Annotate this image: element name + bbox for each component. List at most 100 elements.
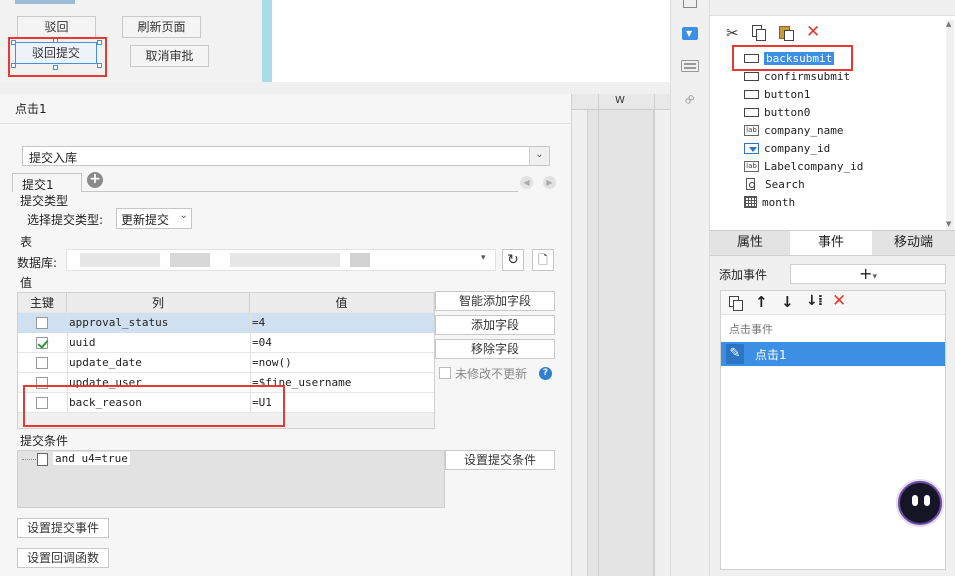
tree-item-label: button1: [764, 87, 811, 101]
layers-inner: [684, 67, 696, 69]
copy-front: [756, 29, 766, 41]
help-icon[interactable]: ?: [539, 367, 552, 380]
event-group-label: 点击事件: [729, 323, 773, 336]
date-widget-icon: [744, 196, 757, 208]
add-event-label: 添加事件: [719, 268, 768, 282]
button-widget-icon: [744, 108, 759, 117]
tab-events[interactable]: 事件: [790, 231, 872, 255]
no-update-checkbox[interactable]: [439, 367, 451, 379]
tree-item-button1[interactable]: button1: [744, 85, 810, 103]
set-callback-button[interactable]: 设置回调函数: [17, 548, 109, 568]
delete-event-icon[interactable]: ✕: [832, 291, 846, 311]
add-event-button[interactable]: +▾: [790, 264, 946, 284]
dialog-title: 点击1: [15, 102, 47, 116]
event-item-label: 点击1: [755, 348, 787, 362]
copy-event-icon[interactable]: [729, 296, 743, 311]
chevron-down-icon: ▾: [872, 272, 877, 282]
sheet-vertical-line: [654, 94, 655, 576]
scroll-right-icon[interactable]: ▶: [543, 176, 556, 189]
move-down-icon[interactable]: ↓: [781, 293, 794, 311]
primary-key-checkbox[interactable]: [36, 317, 48, 329]
tree-item-company-name[interactable]: lab company_name: [744, 121, 843, 139]
file-icon: [37, 453, 48, 466]
tab-properties[interactable]: 属性: [710, 231, 790, 255]
tree-item-month[interactable]: month: [744, 193, 795, 211]
tab-mobile[interactable]: 移动端: [872, 231, 955, 255]
copy-icon[interactable]: [752, 25, 766, 41]
tree-item-label: button0: [764, 105, 811, 119]
delete-icon[interactable]: ✕: [806, 22, 820, 42]
column-header-value: 值: [250, 293, 434, 313]
row-column-name: update_date: [69, 356, 142, 369]
database-dropdown-icon[interactable]: ▾: [481, 253, 486, 263]
dropdown-glyph: ▼: [686, 29, 693, 38]
submit-type-section: 提交类型: [20, 194, 69, 208]
canvas-cyan-bar: [262, 0, 272, 82]
canvas-top-strip: [15, 0, 75, 4]
tree-item-company-id[interactable]: company_id: [744, 139, 830, 157]
no-update-label: 未修改不更新: [455, 367, 528, 381]
tree-item-label: month: [762, 195, 796, 209]
tree-item-search[interactable]: Search: [744, 175, 805, 193]
sheet-column-narrow: [598, 94, 599, 576]
move-up-icon[interactable]: ↑: [755, 293, 768, 311]
row-column-name: approval_status: [69, 316, 169, 329]
redacted-block: [80, 253, 160, 267]
tree-item-labelcompany-id[interactable]: lab Labelcompany_id: [744, 157, 863, 175]
cut-icon[interactable]: ✂: [726, 24, 739, 42]
sheet-column-w: W: [615, 95, 625, 106]
tree-item-label: company_id: [764, 141, 831, 155]
combo-widget-icon[interactable]: ▼: [682, 27, 698, 40]
layers-icon[interactable]: [681, 60, 699, 72]
bubble-eye: [924, 495, 930, 506]
row-value: =4: [252, 316, 266, 329]
tree-item-label: Search: [765, 177, 805, 191]
refresh-icon[interactable]: ↻: [502, 249, 524, 271]
primary-key-checkbox[interactable]: [36, 357, 48, 369]
row-value: =now(): [252, 356, 292, 369]
paste-icon[interactable]: [779, 25, 794, 41]
button-widget-icon: [744, 90, 759, 99]
label-widget-icon: lab: [744, 124, 759, 136]
set-condition-button[interactable]: 设置提交条件: [445, 450, 555, 470]
cancel-approval-button[interactable]: 取消审批: [130, 45, 209, 67]
redacted-block: [170, 253, 210, 267]
frame-icon[interactable]: [683, 0, 697, 8]
value-section: 值: [20, 276, 33, 290]
tab-submit1[interactable]: 提交1: [12, 173, 82, 192]
row-value: =04: [252, 336, 272, 349]
redacted-block: [230, 253, 340, 267]
preview-icon[interactable]: 🗋: [532, 249, 554, 271]
move-bottom-icon[interactable]: ↓⁞: [806, 293, 823, 309]
combo-widget-icon: [744, 142, 759, 154]
assistant-bubble-icon[interactable]: [896, 479, 944, 527]
submit-type-select[interactable]: 更新提交 ⌄: [116, 208, 192, 229]
tab-strip-line: [82, 191, 518, 192]
tree-item-label: confirmsubmit: [764, 69, 851, 83]
tree-item-button0[interactable]: button0: [744, 103, 810, 121]
tree-scrollbar[interactable]: [946, 20, 954, 230]
condition-tree-line: [22, 459, 36, 460]
scroll-up-icon[interactable]: ▲: [946, 20, 951, 28]
label-widget-icon: lab: [744, 160, 759, 172]
tree-item-confirmsubmit[interactable]: confirmsubmit: [744, 67, 850, 85]
event-item-click1[interactable]: ✎ 点击1: [721, 342, 945, 366]
event-type-select[interactable]: 提交入库 ⌄: [22, 146, 550, 166]
table-section: 表: [20, 235, 33, 249]
smart-add-field-button[interactable]: 智能添加字段: [435, 291, 555, 311]
pencil-icon: ✎: [726, 344, 744, 364]
scroll-down-icon[interactable]: ▼: [946, 220, 951, 228]
set-submit-event-button[interactable]: 设置提交事件: [17, 518, 109, 538]
paste-sheet: [784, 30, 794, 41]
refresh-page-button[interactable]: 刷新页面: [122, 16, 201, 38]
condition-item[interactable]: and u4=true: [53, 452, 130, 465]
tree-item-label: company_name: [764, 123, 844, 137]
scroll-left-icon[interactable]: ◀: [520, 176, 533, 189]
reject-button[interactable]: 驳回: [17, 16, 96, 38]
remove-field-button[interactable]: 移除字段: [435, 339, 555, 359]
chevron-down-icon: ⌄: [529, 147, 549, 165]
primary-key-checkbox[interactable]: [36, 337, 48, 349]
add-field-button[interactable]: 添加字段: [435, 315, 555, 335]
redacted-block: [350, 253, 370, 267]
add-tab-icon[interactable]: +: [87, 172, 103, 188]
